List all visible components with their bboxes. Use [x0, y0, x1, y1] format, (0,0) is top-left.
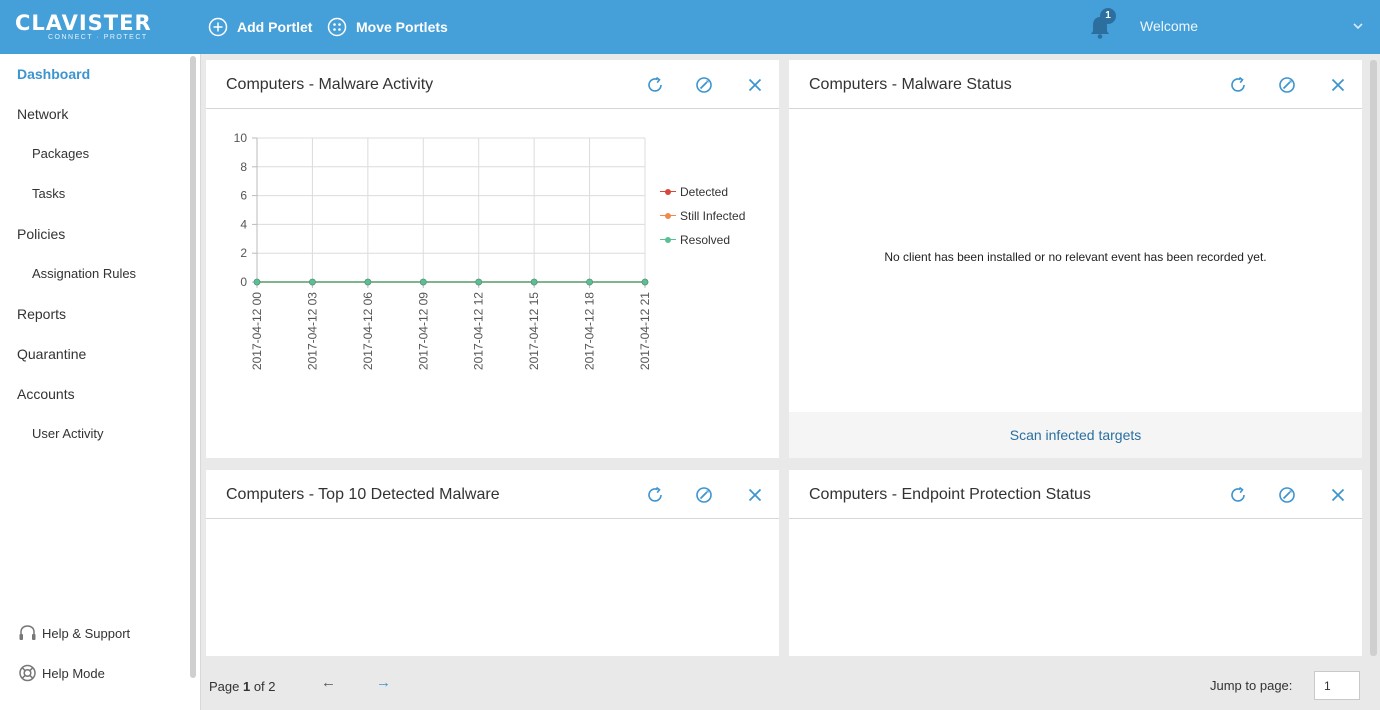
portlet-malware-status: Computers - Malware Status No client has…: [789, 60, 1362, 458]
y-tick-label: 4: [240, 217, 247, 231]
legend-marker: [660, 211, 676, 221]
sidebar-scrollbar[interactable]: [190, 56, 196, 678]
sidebar-item-policies[interactable]: Policies: [17, 226, 65, 242]
chevron-down-icon[interactable]: [1352, 20, 1364, 32]
legend-marker: [660, 235, 676, 245]
portlet-title: Computers - Malware Status: [809, 76, 1012, 93]
y-tick-label: 10: [234, 131, 248, 145]
help-mode-link[interactable]: Help Mode: [18, 664, 105, 682]
legend-label: Still Infected: [680, 209, 746, 223]
main-scrollbar[interactable]: [1370, 60, 1377, 656]
data-point: [364, 278, 372, 286]
move-grid-icon: [327, 17, 347, 37]
move-portlets-button[interactable]: Move Portlets: [327, 16, 448, 38]
legend-item[interactable]: Detected: [660, 180, 745, 204]
x-tick-label: 2017-04-12 15: [527, 292, 541, 370]
data-point: [641, 278, 649, 286]
refresh-icon[interactable]: [1228, 485, 1248, 505]
x-tick-label: 2017-04-12 12: [472, 292, 486, 370]
clavister-logo[interactable]: CLAVISTER CONNECT · PROTECT: [15, 12, 165, 44]
legend-item[interactable]: Still Infected: [660, 204, 745, 228]
lifebuoy-icon: [19, 664, 36, 682]
portlet-header: Computers - Malware Status: [789, 60, 1362, 109]
x-tick-label: 2017-04-12 00: [250, 292, 264, 370]
portlet-title: Computers - Malware Activity: [226, 76, 434, 93]
headset-icon: [19, 625, 36, 640]
settings-icon[interactable]: [1277, 75, 1297, 95]
page-prefix: Page: [209, 679, 243, 694]
legend-label: Resolved: [680, 233, 731, 247]
y-tick-label: 0: [240, 275, 247, 289]
sidebar: [0, 54, 201, 710]
move-portlets-label: Move Portlets: [356, 19, 448, 35]
sidebar-item-tasks[interactable]: Tasks: [32, 186, 65, 201]
sidebar-item-dashboard[interactable]: Dashboard: [17, 66, 90, 82]
settings-icon[interactable]: [694, 485, 714, 505]
top-bar: CLAVISTER CONNECT · PROTECT Add Portlet …: [0, 0, 1380, 54]
scan-infected-targets-link[interactable]: Scan infected targets: [789, 412, 1362, 458]
data-point: [309, 278, 316, 286]
sidebar-item-user-activity[interactable]: User Activity: [32, 426, 104, 441]
portlet-malware-activity: Computers - Malware Activity 0 2 4 6 8 10 2017…: [206, 60, 779, 458]
portlet-top10-malware: Computers - Top 10 Detected Malware: [206, 470, 779, 656]
refresh-icon[interactable]: [645, 75, 665, 95]
logo-text: CLAVISTER: [15, 11, 152, 35]
portlet-header: Computers - Malware Activity: [206, 60, 779, 109]
sidebar-item-assignation-rules[interactable]: Assignation Rules: [32, 266, 136, 281]
jump-to-page-input[interactable]: [1314, 671, 1360, 700]
portlet-title: Computers - Top 10 Detected Malware: [226, 486, 500, 503]
data-point: [530, 278, 538, 286]
portlet-header: Computers - Endpoint Protection Status: [789, 470, 1362, 519]
help-support-link[interactable]: Help & Support: [18, 624, 130, 642]
x-tick-label: 2017-04-12 03: [305, 292, 319, 370]
close-icon[interactable]: [745, 75, 765, 95]
help-mode-label: Help Mode: [42, 665, 105, 681]
add-portlet-button[interactable]: Add Portlet: [208, 16, 312, 38]
help-support-label: Help & Support: [42, 625, 131, 641]
jump-to-page-label: Jump to page:: [1210, 678, 1293, 693]
refresh-icon[interactable]: [645, 485, 665, 505]
legend-label: Detected: [680, 185, 729, 199]
sidebar-item-network[interactable]: Network: [17, 106, 68, 122]
y-tick-label: 6: [240, 189, 247, 203]
x-tick-label: 2017-04-12 06: [361, 292, 375, 370]
data-point: [419, 278, 427, 286]
prev-page-button[interactable]: ←: [321, 674, 336, 691]
data-point: [586, 278, 593, 286]
add-portlet-label: Add Portlet: [237, 19, 313, 35]
chart-legend: Detected Still Infected Resolved: [660, 180, 745, 252]
notification-badge: 1: [1100, 8, 1116, 24]
close-icon[interactable]: [745, 485, 765, 505]
settings-icon[interactable]: [1277, 485, 1297, 505]
sidebar-item-quarantine[interactable]: Quarantine: [17, 346, 86, 362]
data-point: [253, 278, 261, 286]
refresh-icon[interactable]: [1228, 75, 1248, 95]
malware-activity-chart: 0 2 4 6 8 10 2017-04-12 00 2017-04-12 03 2017-04…: [234, 131, 652, 370]
legend-marker: [660, 187, 676, 197]
legend-item[interactable]: Resolved: [660, 228, 745, 252]
sidebar-item-accounts[interactable]: Accounts: [17, 386, 75, 402]
empty-state-message: No client has been installed or no relev…: [884, 250, 1267, 264]
x-tick-label: 2017-04-12 18: [583, 292, 597, 370]
close-icon[interactable]: [1328, 75, 1348, 95]
logo-tagline: CONNECT · PROTECT: [48, 34, 148, 41]
welcome-menu[interactable]: Welcome: [1140, 18, 1198, 34]
sidebar-item-reports[interactable]: Reports: [17, 306, 66, 322]
settings-icon[interactable]: [694, 75, 714, 95]
close-icon[interactable]: [1328, 485, 1348, 505]
next-page-button[interactable]: →: [376, 674, 391, 691]
data-point: [475, 278, 483, 286]
portlet-title: Computers - Endpoint Protection Status: [809, 486, 1091, 503]
page-suffix: of 2: [250, 679, 276, 694]
y-tick-label: 8: [240, 160, 247, 174]
page-indicator: Page 1 of 2: [209, 679, 276, 694]
plus-circle-icon: [208, 17, 228, 37]
portlet-endpoint-protection-status: Computers - Endpoint Protection Status: [789, 470, 1362, 656]
portlet-header: Computers - Top 10 Detected Malware: [206, 470, 779, 519]
x-tick-label: 2017-04-12 21: [638, 292, 652, 370]
x-tick-label: 2017-04-12 09: [416, 292, 430, 370]
y-tick-label: 2: [240, 246, 247, 260]
sidebar-item-packages[interactable]: Packages: [32, 146, 89, 161]
